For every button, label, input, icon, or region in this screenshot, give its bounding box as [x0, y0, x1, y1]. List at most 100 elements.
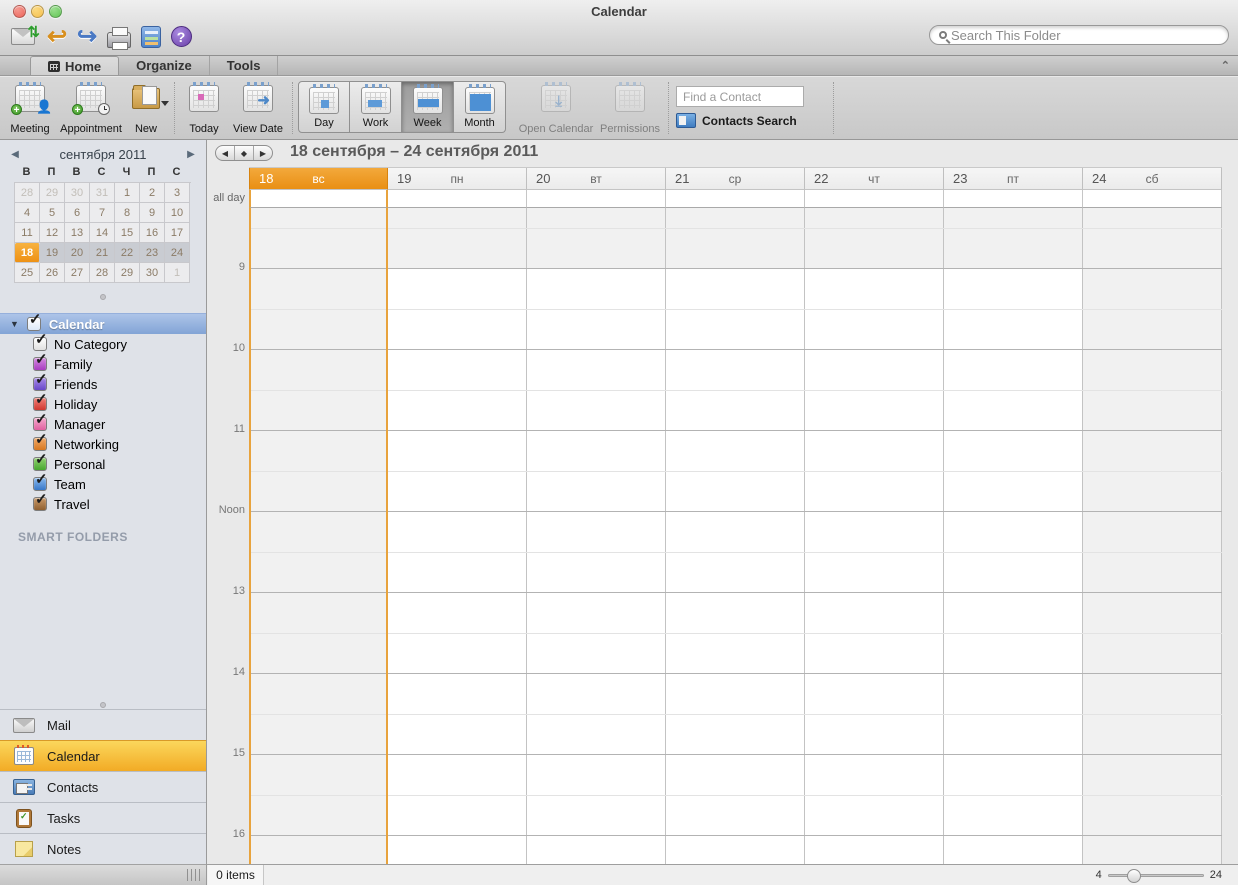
- minical-today-cell[interactable]: 18: [15, 243, 40, 263]
- appointment-button[interactable]: + Appointment: [60, 80, 122, 137]
- zoom-slider[interactable]: [1108, 874, 1204, 877]
- minical-day-cell[interactable]: 22: [115, 243, 140, 263]
- nav-item-contacts[interactable]: Contacts: [0, 771, 206, 802]
- minical-day-cell[interactable]: 3: [165, 183, 190, 203]
- minical-day-cell[interactable]: 12: [40, 223, 65, 243]
- category-checkbox[interactable]: ✓: [33, 457, 47, 471]
- minical-day-cell[interactable]: 21: [90, 243, 115, 263]
- minical-day-cell[interactable]: 16: [140, 223, 165, 243]
- day-header-23[interactable]: 23пт: [944, 168, 1083, 190]
- category-item[interactable]: ✓Family: [0, 354, 206, 374]
- all-day-cell-20[interactable]: [527, 190, 666, 208]
- zoom-slider-thumb[interactable]: [1127, 869, 1141, 883]
- category-checkbox[interactable]: ✓: [33, 337, 47, 351]
- all-day-cell-18[interactable]: [249, 190, 388, 208]
- collapse-ribbon-icon[interactable]: ⌃: [1221, 59, 1230, 72]
- minical-prev-icon[interactable]: ◀: [0, 149, 30, 160]
- minical-day-cell[interactable]: 14: [90, 223, 115, 243]
- day-column-20[interactable]: [527, 208, 666, 864]
- minical-day-cell[interactable]: 6: [65, 203, 90, 223]
- category-item[interactable]: ✓Manager: [0, 414, 206, 434]
- help-button[interactable]: ?: [168, 23, 194, 50]
- category-item[interactable]: ✓Team: [0, 474, 206, 494]
- minical-day-cell[interactable]: 2: [140, 183, 165, 203]
- work-view-button[interactable]: Work: [350, 81, 402, 133]
- disclosure-triangle-icon[interactable]: ▼: [10, 319, 19, 329]
- minical-day-cell[interactable]: 20: [65, 243, 90, 263]
- minical-day-cell[interactable]: 23: [140, 243, 165, 263]
- category-item[interactable]: ✓Personal: [0, 454, 206, 474]
- minical-day-cell[interactable]: 26: [40, 263, 65, 283]
- day-column-19[interactable]: [388, 208, 527, 864]
- minical-day-cell[interactable]: 28: [90, 263, 115, 283]
- day-column-22[interactable]: [805, 208, 944, 864]
- search-input[interactable]: Search This Folder: [929, 25, 1229, 45]
- category-checkbox[interactable]: ✓: [33, 437, 47, 451]
- prev-week-button[interactable]: ◀: [216, 146, 235, 160]
- new-button[interactable]: New: [124, 80, 168, 137]
- category-item[interactable]: ✓No Category: [0, 334, 206, 354]
- all-day-cell-21[interactable]: [666, 190, 805, 208]
- nav-item-calendar[interactable]: Calendar: [0, 740, 206, 771]
- permissions-button[interactable]: Permissions: [598, 80, 662, 137]
- send-receive-button[interactable]: ⇅: [8, 23, 38, 50]
- day-header-20[interactable]: 20вт: [527, 168, 666, 190]
- day-header-22[interactable]: 22чт: [805, 168, 944, 190]
- day-header-24[interactable]: 24сб: [1083, 168, 1222, 190]
- minical-next-icon[interactable]: ▶: [176, 149, 206, 160]
- nav-item-tasks[interactable]: Tasks: [0, 802, 206, 833]
- all-day-cell-23[interactable]: [944, 190, 1083, 208]
- minical-day-cell[interactable]: 1: [165, 263, 190, 283]
- nav-splitter[interactable]: [0, 700, 206, 709]
- find-contact-input[interactable]: Find a Contact: [676, 86, 804, 107]
- minical-day-cell[interactable]: 30: [140, 263, 165, 283]
- minical-day-cell[interactable]: 5: [40, 203, 65, 223]
- minical-day-cell[interactable]: 11: [15, 223, 40, 243]
- calendar-folder-root[interactable]: ▼ ✓ Calendar: [0, 313, 206, 334]
- category-item[interactable]: ✓Travel: [0, 494, 206, 514]
- category-checkbox[interactable]: ✓: [33, 377, 47, 391]
- minical-day-cell[interactable]: 31: [90, 183, 115, 203]
- day-column-21[interactable]: [666, 208, 805, 864]
- minical-day-cell[interactable]: 7: [90, 203, 115, 223]
- category-checkbox[interactable]: ✓: [33, 397, 47, 411]
- minical-day-cell[interactable]: 19: [40, 243, 65, 263]
- minical-day-cell[interactable]: 9: [140, 203, 165, 223]
- minical-day-cell[interactable]: 30: [65, 183, 90, 203]
- minical-day-cell[interactable]: 25: [15, 263, 40, 283]
- category-item[interactable]: ✓Holiday: [0, 394, 206, 414]
- minical-day-cell[interactable]: 8: [115, 203, 140, 223]
- all-day-cell-24[interactable]: [1083, 190, 1222, 208]
- redo-button[interactable]: ↪: [74, 23, 100, 50]
- minical-day-cell[interactable]: 1: [115, 183, 140, 203]
- category-item[interactable]: ✓Friends: [0, 374, 206, 394]
- minical-day-cell[interactable]: 15: [115, 223, 140, 243]
- day-column-18[interactable]: [249, 208, 388, 864]
- contacts-search-button[interactable]: Contacts Search: [676, 113, 797, 128]
- nav-item-notes[interactable]: Notes: [0, 833, 206, 864]
- open-calendar-button[interactable]: ⤓ Open Calendar: [516, 80, 596, 137]
- category-checkbox[interactable]: ✓: [33, 357, 47, 371]
- reading-pane-button[interactable]: [138, 23, 164, 50]
- next-week-button[interactable]: ▶: [254, 146, 272, 160]
- minical-day-cell[interactable]: 29: [40, 183, 65, 203]
- today-button[interactable]: Today: [180, 80, 228, 137]
- undo-button[interactable]: ↩: [44, 23, 70, 50]
- category-checkbox[interactable]: ✓: [33, 497, 47, 511]
- minical-day-cell[interactable]: 13: [65, 223, 90, 243]
- minical-day-cell[interactable]: 10: [165, 203, 190, 223]
- day-view-button[interactable]: Day: [298, 81, 350, 133]
- day-header-18[interactable]: 18вс: [249, 168, 388, 190]
- month-view-button[interactable]: Month: [454, 81, 506, 133]
- sidebar-resize-grip[interactable]: [187, 869, 201, 881]
- category-checkbox[interactable]: ✓: [33, 477, 47, 491]
- minical-day-cell[interactable]: 17: [165, 223, 190, 243]
- sidebar-splitter[interactable]: [0, 292, 206, 301]
- minical-day-cell[interactable]: 29: [115, 263, 140, 283]
- print-button[interactable]: [104, 23, 134, 50]
- tab-tools[interactable]: Tools: [210, 56, 279, 75]
- view-date-button[interactable]: ➜ View Date: [229, 80, 287, 137]
- tab-organize[interactable]: Organize: [119, 56, 210, 75]
- all-day-cell-22[interactable]: [805, 190, 944, 208]
- minical-day-cell[interactable]: 24: [165, 243, 190, 263]
